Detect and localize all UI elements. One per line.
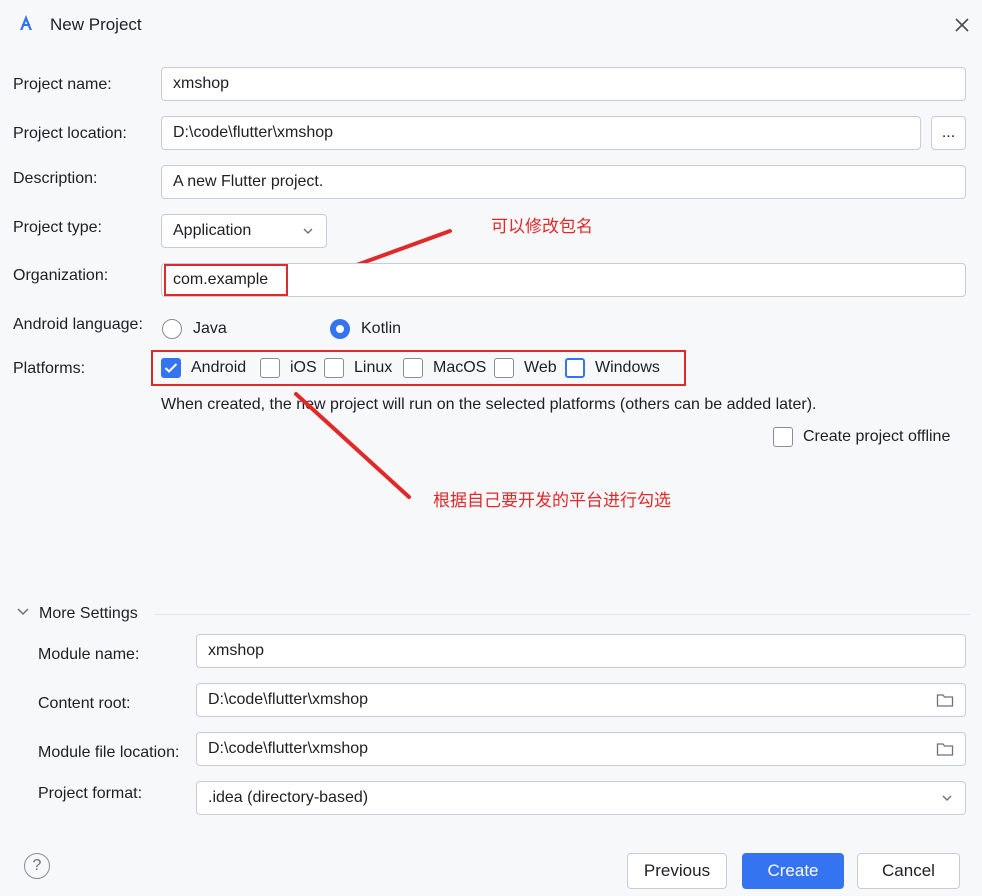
platforms-label: Platforms: xyxy=(13,360,86,377)
module-name-label: Module name: xyxy=(38,646,140,663)
platform-windows-label: Windows xyxy=(595,359,660,376)
chevron-down-icon[interactable] xyxy=(16,607,30,617)
android-language-label: Android language: xyxy=(13,316,143,333)
content-root-value: D:\code\flutter\xmshop xyxy=(208,691,369,708)
platform-android[interactable]: Android xyxy=(161,358,246,378)
check-icon xyxy=(164,363,178,373)
help-icon[interactable]: ? xyxy=(24,853,50,879)
project-type-value: Application xyxy=(173,222,252,239)
organization-value: com.example xyxy=(173,271,269,288)
create-button[interactable]: Create xyxy=(742,853,844,889)
annotation-package-note: 可以修改包名 xyxy=(491,217,593,236)
platform-windows[interactable]: Windows xyxy=(565,358,660,378)
project-format-value: .idea (directory-based) xyxy=(208,789,369,806)
create-offline-option[interactable]: Create project offline xyxy=(773,427,950,447)
platform-linux[interactable]: Linux xyxy=(324,358,392,378)
divider xyxy=(155,614,970,615)
radio-java-button[interactable] xyxy=(162,319,182,339)
platform-macos-label: MacOS xyxy=(433,359,487,376)
project-format-label: Project format: xyxy=(38,785,143,802)
checkbox-macos[interactable] xyxy=(403,358,423,378)
folder-icon[interactable] xyxy=(936,741,954,757)
description-label: Description: xyxy=(13,170,98,187)
help-label: ? xyxy=(32,857,42,874)
checkbox-android[interactable] xyxy=(161,358,181,378)
project-name-input[interactable]: xmshop xyxy=(161,67,966,101)
annotation-arrow-platforms xyxy=(294,392,411,499)
project-name-label: Project name: xyxy=(13,76,112,93)
module-file-location-input[interactable]: D:\code\flutter\xmshop xyxy=(196,732,966,766)
radio-kotlin[interactable]: Kotlin xyxy=(330,319,401,339)
project-location-label: Project location: xyxy=(13,125,127,142)
checkbox-create-offline[interactable] xyxy=(773,427,793,447)
radio-kotlin-button[interactable] xyxy=(330,319,350,339)
project-format-dropdown[interactable]: .idea (directory-based) xyxy=(196,781,966,815)
checkbox-windows[interactable] xyxy=(565,358,585,378)
project-location-input[interactable]: D:\code\flutter\xmshop xyxy=(161,116,921,150)
annotation-platform-note: 根据自己要开发的平台进行勾选 xyxy=(433,491,671,510)
module-name-input[interactable]: xmshop xyxy=(196,634,966,668)
organization-label: Organization: xyxy=(13,267,109,284)
platform-web[interactable]: Web xyxy=(494,358,557,378)
previous-label: Previous xyxy=(643,861,711,880)
radio-java[interactable]: Java xyxy=(162,319,227,339)
checkbox-ios[interactable] xyxy=(260,358,280,378)
content-root-input[interactable]: D:\code\flutter\xmshop xyxy=(196,683,966,717)
checkbox-web[interactable] xyxy=(494,358,514,378)
cancel-label: Cancel xyxy=(882,861,935,880)
title-bar xyxy=(0,0,982,50)
window-title: New Project xyxy=(50,15,142,34)
description-value: A new Flutter project. xyxy=(173,173,324,190)
description-input[interactable]: A new Flutter project. xyxy=(161,165,966,199)
platform-android-label: Android xyxy=(191,359,247,376)
platform-web-label: Web xyxy=(524,359,557,376)
module-name-value: xmshop xyxy=(208,642,265,659)
project-type-label: Project type: xyxy=(13,219,102,236)
platform-linux-label: Linux xyxy=(354,359,393,376)
module-file-location-value: D:\code\flutter\xmshop xyxy=(208,740,369,757)
create-label: Create xyxy=(767,861,819,880)
chevron-down-icon xyxy=(942,795,952,801)
project-location-value: D:\code\flutter\xmshop xyxy=(173,124,334,141)
radio-java-label: Java xyxy=(193,320,227,337)
more-settings-title[interactable]: More Settings xyxy=(39,605,138,623)
platforms-hint: When created, the new project will run o… xyxy=(161,396,817,413)
cancel-button[interactable]: Cancel xyxy=(857,853,960,889)
platform-macos[interactable]: MacOS xyxy=(403,358,486,378)
folder-icon[interactable] xyxy=(936,692,954,708)
close-icon[interactable] xyxy=(950,13,974,37)
browse-label: ... xyxy=(941,124,956,141)
radio-kotlin-label: Kotlin xyxy=(361,320,402,337)
content-root-label: Content root: xyxy=(38,695,131,712)
module-file-location-label: Module file location: xyxy=(38,744,180,761)
project-name-value: xmshop xyxy=(173,75,230,92)
create-offline-label: Create project offline xyxy=(803,428,951,445)
checkbox-linux[interactable] xyxy=(324,358,344,378)
browse-location-button[interactable]: ... xyxy=(931,116,966,150)
platform-ios-label: iOS xyxy=(290,359,317,376)
platform-ios[interactable]: iOS xyxy=(260,358,317,378)
previous-button[interactable]: Previous xyxy=(627,853,727,889)
android-studio-icon xyxy=(20,15,32,30)
